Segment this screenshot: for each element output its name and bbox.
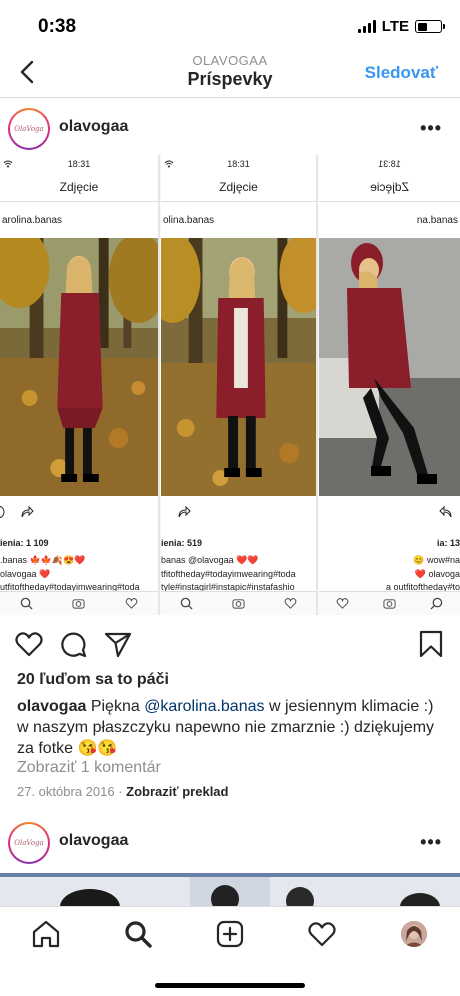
post-date-line: 27. októbra 2016 · Zobraziť preklad	[17, 784, 228, 799]
home-indicator	[155, 983, 305, 988]
view-comments-link[interactable]: Zobraziť 1 komentár	[17, 759, 161, 777]
profile-photo	[401, 921, 427, 947]
search-icon	[430, 597, 443, 610]
more-options-icon[interactable]: •••	[420, 118, 442, 139]
panel-caption-line: 😊 wow#na	[413, 555, 460, 565]
panel-photo	[0, 238, 158, 496]
panel-likes: ienia: 1 109	[0, 538, 49, 548]
panel-username: arolina.banas	[2, 215, 63, 226]
profile-avatar[interactable]	[401, 921, 427, 947]
nav-header: OLAVOGAA Príspevky Sledovať	[0, 50, 460, 98]
caption-text: Piękna	[90, 698, 140, 715]
panel-tabbar	[161, 591, 316, 615]
comment-icon[interactable]	[58, 629, 88, 659]
follow-button[interactable]: Sledovať	[365, 63, 438, 83]
collage-panel-1: 18:31 Zdjęcie arolina.banas ienia: 1 109	[0, 155, 160, 615]
panel-title: Zdjęcie	[370, 180, 409, 194]
panel-caption-line: olavogaa ❤️	[0, 569, 51, 579]
panel-time: 18:31	[378, 159, 401, 169]
panel-username: na.banas	[416, 215, 458, 226]
new-post-icon[interactable]	[215, 919, 245, 949]
avatar[interactable]: OlaVoga	[8, 822, 50, 864]
panel-time: 18:31	[227, 159, 250, 169]
avatar[interactable]: OlaVoga	[8, 108, 50, 150]
like-heart-icon[interactable]	[14, 629, 44, 659]
share-icon[interactable]	[103, 629, 133, 659]
panel-photo	[161, 238, 316, 496]
panel-likes: ienia: 519	[161, 538, 203, 548]
status-time: 0:38	[38, 16, 77, 37]
camera-icon	[232, 599, 245, 609]
post-username[interactable]: olavogaa	[59, 118, 128, 136]
avatar-logo: OlaVoga	[10, 110, 48, 148]
comment-icon-partial	[0, 505, 5, 519]
search-icon	[20, 597, 33, 610]
battery-icon	[415, 20, 445, 33]
save-bookmark-icon[interactable]	[416, 629, 446, 659]
panel-photo	[319, 238, 460, 496]
panel-caption-line: ❤️ olavoga	[414, 569, 460, 579]
separator-dot: ·	[118, 784, 123, 799]
post-username[interactable]: olavogaa	[59, 832, 128, 850]
panel-caption-line: banas @olavogaa ❤️❤️	[161, 555, 259, 565]
panel-likes: ia: 13	[436, 538, 460, 548]
translate-link[interactable]: Zobraziť preklad	[126, 784, 228, 799]
collage-panel-3: 18:31 Zdjęcie na.banas ia: 13 😊 wow#na ❤…	[319, 155, 460, 615]
panel-title: Zdjęcie	[219, 180, 258, 194]
network-label: LTE	[381, 18, 409, 35]
post-actions	[0, 625, 460, 665]
more-options-icon[interactable]: •••	[420, 832, 442, 853]
panel-caption-line: tfitoftheday#todayimwearing#toda	[161, 569, 296, 579]
heart-icon	[125, 598, 138, 609]
panel-tabbar	[0, 591, 158, 615]
panel-title: Zdjęcie	[59, 180, 99, 194]
post-date: 27. októbra 2016	[17, 784, 115, 799]
avatar-logo: OlaVoga	[10, 824, 48, 862]
status-bar: 0:38 LTE	[0, 0, 460, 50]
panel-time: 18:31	[67, 159, 91, 169]
heart-icon	[284, 598, 296, 609]
camera-icon	[383, 599, 396, 609]
panel-username: olina.banas	[163, 215, 215, 226]
activity-heart-icon[interactable]	[307, 919, 337, 949]
camera-icon	[72, 599, 86, 609]
collage-panel-2: 18:31 Zdjęcie olina.banas ienia: 519 ban…	[161, 155, 318, 615]
share-arrow-icon	[439, 506, 452, 518]
post-header: OlaVoga olavogaa •••	[0, 100, 460, 156]
post-image[interactable]: 18:31 Zdjęcie arolina.banas ienia: 1 109	[0, 155, 460, 615]
share-arrow-icon	[178, 506, 191, 518]
likes-count[interactable]: 20 ľuďom sa to páči	[17, 671, 169, 689]
search-icon[interactable]	[123, 919, 153, 949]
next-post-header: OlaVoga olavogaa •••	[0, 814, 460, 870]
status-indicators: LTE	[357, 18, 445, 35]
home-icon[interactable]	[31, 919, 61, 949]
share-arrow-icon	[21, 506, 34, 518]
panel-caption-line: .banas 🍁🍁🍂😍❤️	[0, 555, 86, 565]
post-caption: olavogaa Piękna @karolina.banas w jesien…	[17, 696, 447, 759]
signal-icon	[357, 20, 376, 33]
caption-mention-link[interactable]: @karolina.banas	[144, 698, 264, 715]
panel-tabbar	[319, 591, 460, 615]
heart-icon	[336, 598, 349, 609]
caption-username[interactable]: olavogaa	[17, 698, 86, 715]
search-icon	[181, 597, 193, 610]
